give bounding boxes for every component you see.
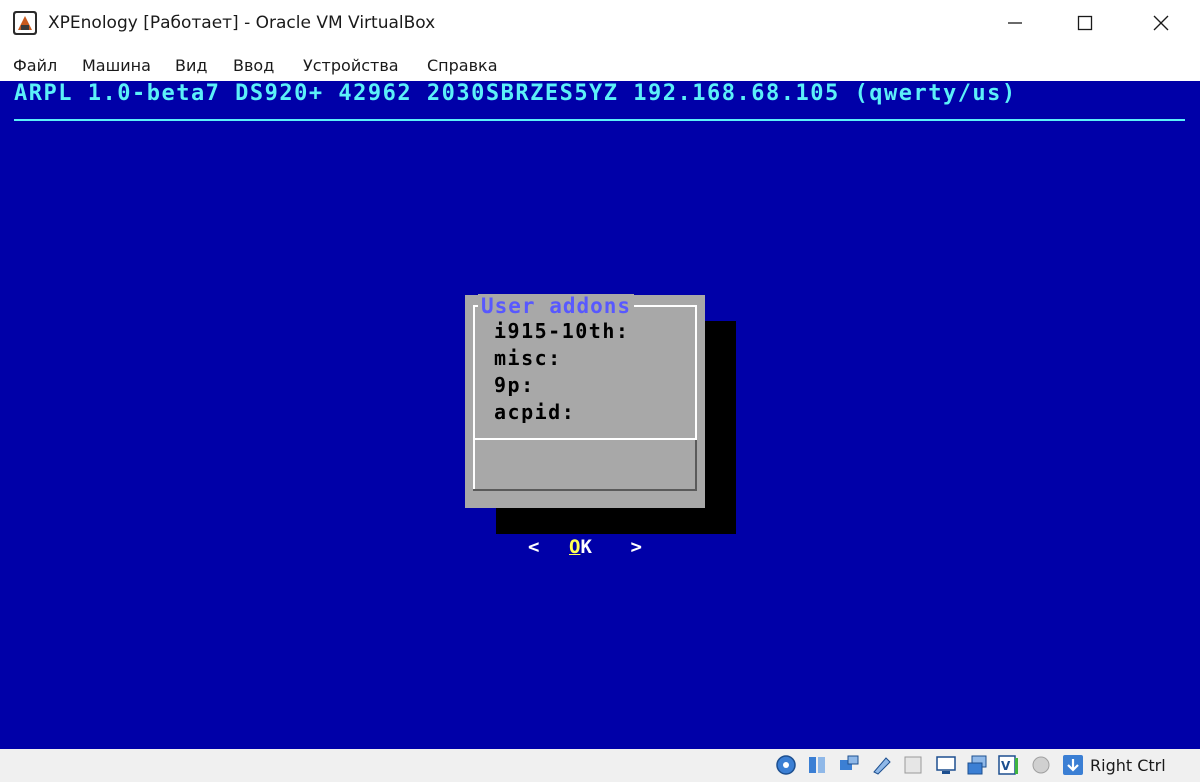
- close-button[interactable]: [1131, 0, 1191, 46]
- mouse-integration-icon[interactable]: [1030, 754, 1052, 776]
- maximize-button[interactable]: [1055, 0, 1115, 46]
- dialog-border: [473, 489, 697, 491]
- menu-file[interactable]: Файл: [13, 56, 57, 75]
- menu-machine[interactable]: Машина: [82, 56, 151, 75]
- button-right-bracket: >: [630, 536, 642, 558]
- dialog-border: [695, 305, 697, 440]
- arpl-header: ARPL 1.0-beta7 DS920+ 42962 2030SBRZES5Y…: [14, 81, 1017, 106]
- window-title: XPEnology [Работает] - Oracle VM Virtual…: [48, 13, 436, 33]
- dialog-separator: [473, 438, 697, 440]
- keyboard-icon[interactable]: [1062, 754, 1084, 776]
- addon-line: i915-10th:: [494, 319, 630, 343]
- user-addons-dialog: User addons i915-10th: misc: 9p: acpid: …: [465, 294, 705, 561]
- hard-disk-icon[interactable]: [775, 754, 797, 776]
- status-bar: V Right Ctrl: [0, 749, 1200, 782]
- ok-button[interactable]: < OK >: [525, 535, 645, 561]
- dialog-border: [695, 440, 697, 491]
- close-icon: [1153, 15, 1169, 31]
- host-key-label: Right Ctrl: [1090, 756, 1166, 775]
- ok-label-rest: K: [580, 536, 592, 558]
- header-divider: [14, 119, 1185, 121]
- usb-icon[interactable]: [902, 754, 924, 776]
- maximize-icon: [1077, 15, 1093, 31]
- window-title-bar: XPEnology [Работает] - Oracle VM Virtual…: [0, 0, 1200, 48]
- virtualbox-icon: [13, 11, 37, 35]
- shared-folder-icon[interactable]: [935, 754, 957, 776]
- audio-icon[interactable]: [838, 754, 860, 776]
- ok-hotkey: O: [569, 536, 581, 558]
- menu-devices[interactable]: Устройства: [303, 56, 399, 75]
- menu-bar: Файл Машина Вид Ввод Устройства Справка: [0, 52, 1200, 80]
- dialog-title: User addons: [478, 294, 635, 318]
- dialog-border: [473, 305, 475, 490]
- menu-input[interactable]: Ввод: [233, 56, 274, 75]
- network-icon[interactable]: [870, 754, 892, 776]
- svg-text:V: V: [1001, 759, 1011, 773]
- vm-display[interactable]: ARPL 1.0-beta7 DS920+ 42962 2030SBRZES5Y…: [0, 81, 1200, 749]
- menu-help[interactable]: Справка: [427, 56, 498, 75]
- addon-line: misc:: [494, 346, 562, 370]
- recording-icon[interactable]: V: [997, 754, 1019, 776]
- addon-line: acpid:: [494, 400, 576, 424]
- optical-drive-icon[interactable]: [806, 754, 828, 776]
- ok-button-label: OK: [569, 536, 592, 558]
- button-left-bracket: <: [528, 536, 540, 558]
- menu-view[interactable]: Вид: [175, 56, 207, 75]
- display-icon[interactable]: [966, 754, 988, 776]
- minimize-icon: [1008, 22, 1022, 24]
- addon-line: 9p:: [494, 373, 535, 397]
- minimize-button[interactable]: [985, 0, 1045, 46]
